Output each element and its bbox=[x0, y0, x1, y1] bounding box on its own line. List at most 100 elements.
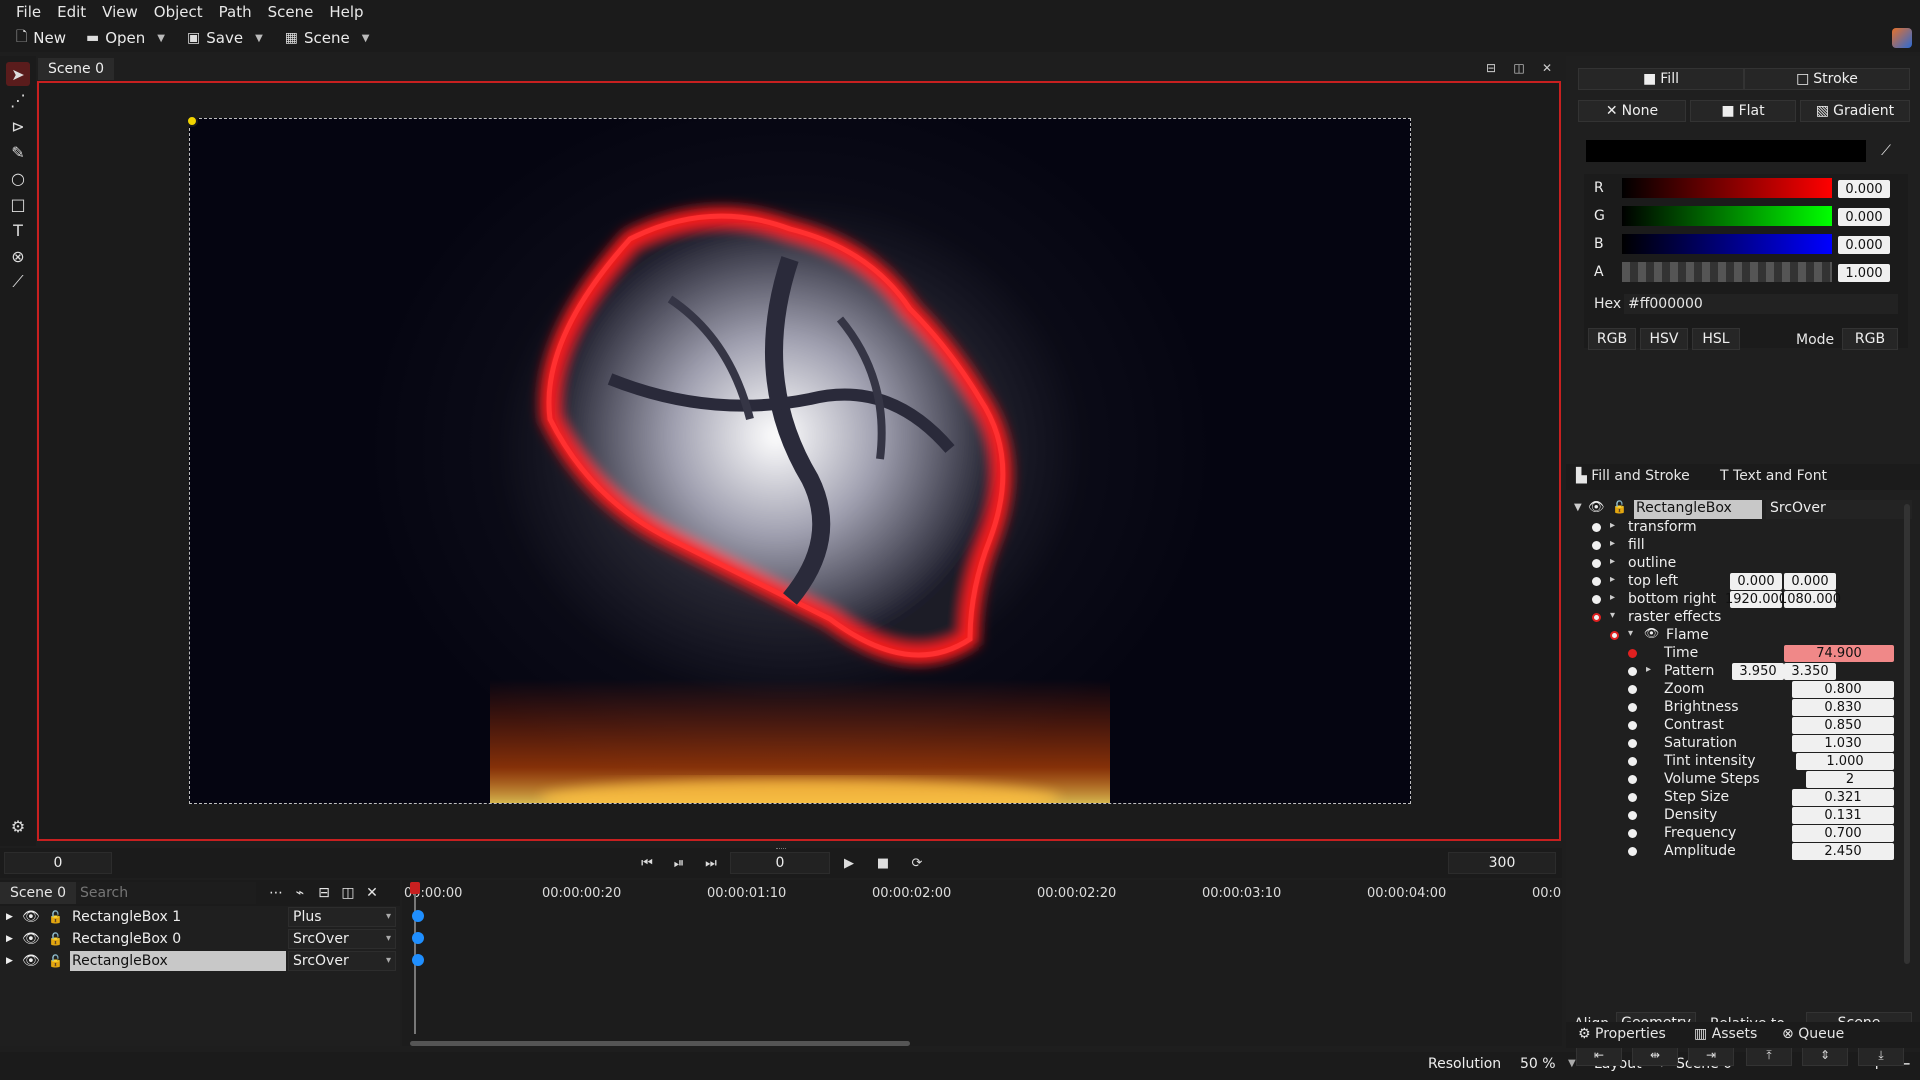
property-row[interactable]: Tint intensity 1.000 bbox=[1566, 752, 1920, 772]
property-value-input[interactable]: 3.950 bbox=[1732, 663, 1784, 680]
property-value-input[interactable]: 74.900 bbox=[1784, 645, 1894, 662]
layer-blend-select[interactable]: Plus bbox=[288, 907, 396, 927]
tab-hsl[interactable]: HSL bbox=[1692, 328, 1740, 350]
property-value-input[interactable]: 0.000 bbox=[1784, 573, 1836, 590]
lock-icon[interactable]: 🔓 bbox=[48, 932, 63, 946]
menu-file[interactable]: File bbox=[8, 1, 49, 23]
green-slider[interactable] bbox=[1622, 206, 1832, 226]
property-row[interactable]: Time 74.900 bbox=[1566, 644, 1920, 664]
alpha-value-input[interactable]: 1.000 bbox=[1838, 264, 1890, 282]
collapse-arrow-icon[interactable]: ▼ bbox=[1574, 502, 1582, 513]
layer-row[interactable]: ▶ 👁 🔓 RectangleBox 0 SrcOver bbox=[0, 928, 400, 950]
visibility-eye-icon[interactable]: 👁 bbox=[1588, 500, 1605, 515]
menu-help[interactable]: Help bbox=[321, 1, 371, 23]
resolution-dropdown-icon[interactable]: ▼ bbox=[1568, 1058, 1576, 1069]
stop-icon[interactable]: ■ bbox=[872, 852, 894, 874]
menu-view[interactable]: View bbox=[94, 1, 146, 23]
close-panel-icon[interactable]: ✕ bbox=[360, 885, 384, 901]
close-view-icon[interactable]: ✕ bbox=[1538, 60, 1556, 76]
mode-select[interactable]: RGB bbox=[1842, 328, 1898, 350]
red-value-input[interactable]: 0.000 bbox=[1838, 180, 1890, 198]
property-value-input[interactable]: 3.350 bbox=[1784, 663, 1836, 680]
property-value-input[interactable]: 0.830 bbox=[1792, 699, 1894, 716]
tab-rgb[interactable]: RGB bbox=[1588, 328, 1636, 350]
text-and-font-tab[interactable]: T Text and Font bbox=[1720, 468, 1827, 484]
rectangle-tool-icon[interactable]: □ bbox=[6, 192, 30, 216]
keyframe-dot-icon[interactable] bbox=[1628, 739, 1637, 748]
keyframe-dot-icon[interactable] bbox=[1610, 631, 1619, 640]
fill-and-stroke-tab[interactable]: ▙ Fill and Stroke bbox=[1576, 468, 1690, 484]
property-value-input[interactable]: 0.850 bbox=[1792, 717, 1894, 734]
null-object-tool-icon[interactable]: ⊗ bbox=[6, 244, 30, 268]
keyframe-dot-icon[interactable] bbox=[1592, 523, 1601, 532]
fill-tab[interactable]: ■ Fill bbox=[1578, 68, 1744, 90]
menu-edit[interactable]: Edit bbox=[49, 1, 94, 23]
tab-scene-0[interactable]: Scene 0 bbox=[38, 58, 114, 80]
split-vertical-icon[interactable]: ◫ bbox=[1510, 60, 1528, 76]
skip-to-end-icon[interactable]: ⏭ bbox=[700, 852, 722, 874]
keyframe-dot-icon[interactable] bbox=[1628, 757, 1637, 766]
property-row[interactable]: Amplitude 2.450 bbox=[1566, 842, 1920, 862]
expand-arrow-icon[interactable]: ▸ bbox=[1610, 538, 1615, 549]
object-name[interactable]: RectangleBox bbox=[1634, 500, 1762, 519]
property-row[interactable]: ▸ bottom right 1920.000 1080.000 bbox=[1566, 590, 1920, 610]
timeline-scrollbar[interactable] bbox=[410, 1041, 910, 1046]
skip-to-start-icon[interactable]: ⏮ bbox=[636, 852, 658, 874]
loop-icon[interactable]: ⟳ bbox=[906, 852, 928, 874]
property-row[interactable]: ▸ fill bbox=[1566, 536, 1920, 556]
save-button[interactable]: ▣ Save bbox=[179, 27, 251, 49]
split-horizontal-icon[interactable]: ⊟ bbox=[1482, 60, 1500, 76]
property-row[interactable]: ▸ transform bbox=[1566, 518, 1920, 538]
new-button[interactable]: 🗋 New bbox=[8, 24, 74, 52]
graph-icon[interactable]: ⌁ bbox=[288, 885, 312, 901]
canvas-viewport[interactable] bbox=[37, 81, 1561, 841]
pivot-handle[interactable] bbox=[186, 115, 198, 127]
visibility-eye-icon[interactable]: 👁 bbox=[22, 909, 40, 925]
play-icon[interactable]: ▶ bbox=[838, 852, 860, 874]
paint-gradient-button[interactable]: ▧ Gradient bbox=[1800, 100, 1910, 122]
tab-queue[interactable]: ⊗ Queue bbox=[1782, 1026, 1844, 1042]
layer-row[interactable]: ▶ 👁 🔓 RectangleBox 1 Plus bbox=[0, 906, 400, 928]
end-frame-spinbox[interactable]: 300 bbox=[1448, 852, 1556, 874]
property-row[interactable]: Zoom 0.800 bbox=[1566, 680, 1920, 700]
blue-slider[interactable] bbox=[1622, 234, 1832, 254]
property-row[interactable]: ▸ top left 0.000 0.000 bbox=[1566, 572, 1920, 592]
object-blend-select[interactable]: SrcOver bbox=[1766, 500, 1912, 519]
property-value-input[interactable]: 0.131 bbox=[1792, 807, 1894, 824]
visibility-eye-icon[interactable]: 👁 bbox=[22, 953, 40, 969]
keyframe[interactable] bbox=[412, 954, 424, 966]
lock-icon[interactable]: 🔓 bbox=[48, 910, 63, 924]
property-row[interactable]: Volume Steps 2 bbox=[1566, 770, 1920, 790]
property-value-input[interactable]: 1920.000 bbox=[1725, 591, 1787, 608]
menu-object[interactable]: Object bbox=[146, 1, 211, 23]
property-value-input[interactable]: 2.450 bbox=[1792, 843, 1894, 860]
more-options-icon[interactable]: ⋯ bbox=[264, 885, 288, 901]
visibility-eye-icon[interactable]: 👁 bbox=[22, 931, 40, 947]
tab-assets[interactable]: ▥ Assets bbox=[1694, 1026, 1757, 1042]
resolution-select[interactable]: 50 % bbox=[1520, 1056, 1556, 1072]
timeline[interactable]: 00:00:00 00:00:00:20 00:00:01:10 00:00:0… bbox=[402, 880, 1562, 1046]
expand-arrow-icon[interactable]: ▶ bbox=[6, 956, 13, 966]
layer-row[interactable]: ▶ 👁 🔓 RectangleBox SrcOver bbox=[0, 950, 400, 972]
select-tool-icon[interactable]: ➤ bbox=[6, 62, 30, 86]
property-row[interactable]: Saturation 1.030 bbox=[1566, 734, 1920, 754]
property-row[interactable]: Contrast 0.850 bbox=[1566, 716, 1920, 736]
property-value-input[interactable]: 1080.000 bbox=[1779, 591, 1841, 608]
step-forward-icon[interactable]: ⏯ bbox=[668, 852, 690, 874]
red-slider[interactable] bbox=[1622, 178, 1832, 198]
layers-scene-tab[interactable]: Scene 0 bbox=[0, 882, 76, 904]
expand-arrow-icon[interactable]: ▸ bbox=[1610, 556, 1615, 567]
keyframe-dot-icon[interactable] bbox=[1628, 685, 1637, 694]
expand-arrow-icon[interactable]: ▶ bbox=[6, 934, 13, 944]
keyframe-dot-icon[interactable] bbox=[1628, 775, 1637, 784]
layer-blend-select[interactable]: SrcOver bbox=[288, 929, 396, 949]
expand-arrow-icon[interactable]: ▾ bbox=[1610, 610, 1615, 621]
lock-icon[interactable]: 🔓 bbox=[1612, 500, 1627, 514]
property-value-input[interactable]: 2 bbox=[1806, 771, 1894, 788]
keyframe-dot-icon[interactable] bbox=[1628, 649, 1637, 658]
open-dropdown-icon[interactable]: ▼ bbox=[157, 33, 165, 44]
eyedropper-icon[interactable]: ⟋ bbox=[1874, 140, 1898, 162]
save-dropdown-icon[interactable]: ▼ bbox=[255, 33, 263, 44]
split-horizontal-icon[interactable]: ⊟ bbox=[312, 885, 336, 901]
color-picker-tool-icon[interactable]: ⟋ bbox=[6, 270, 30, 294]
